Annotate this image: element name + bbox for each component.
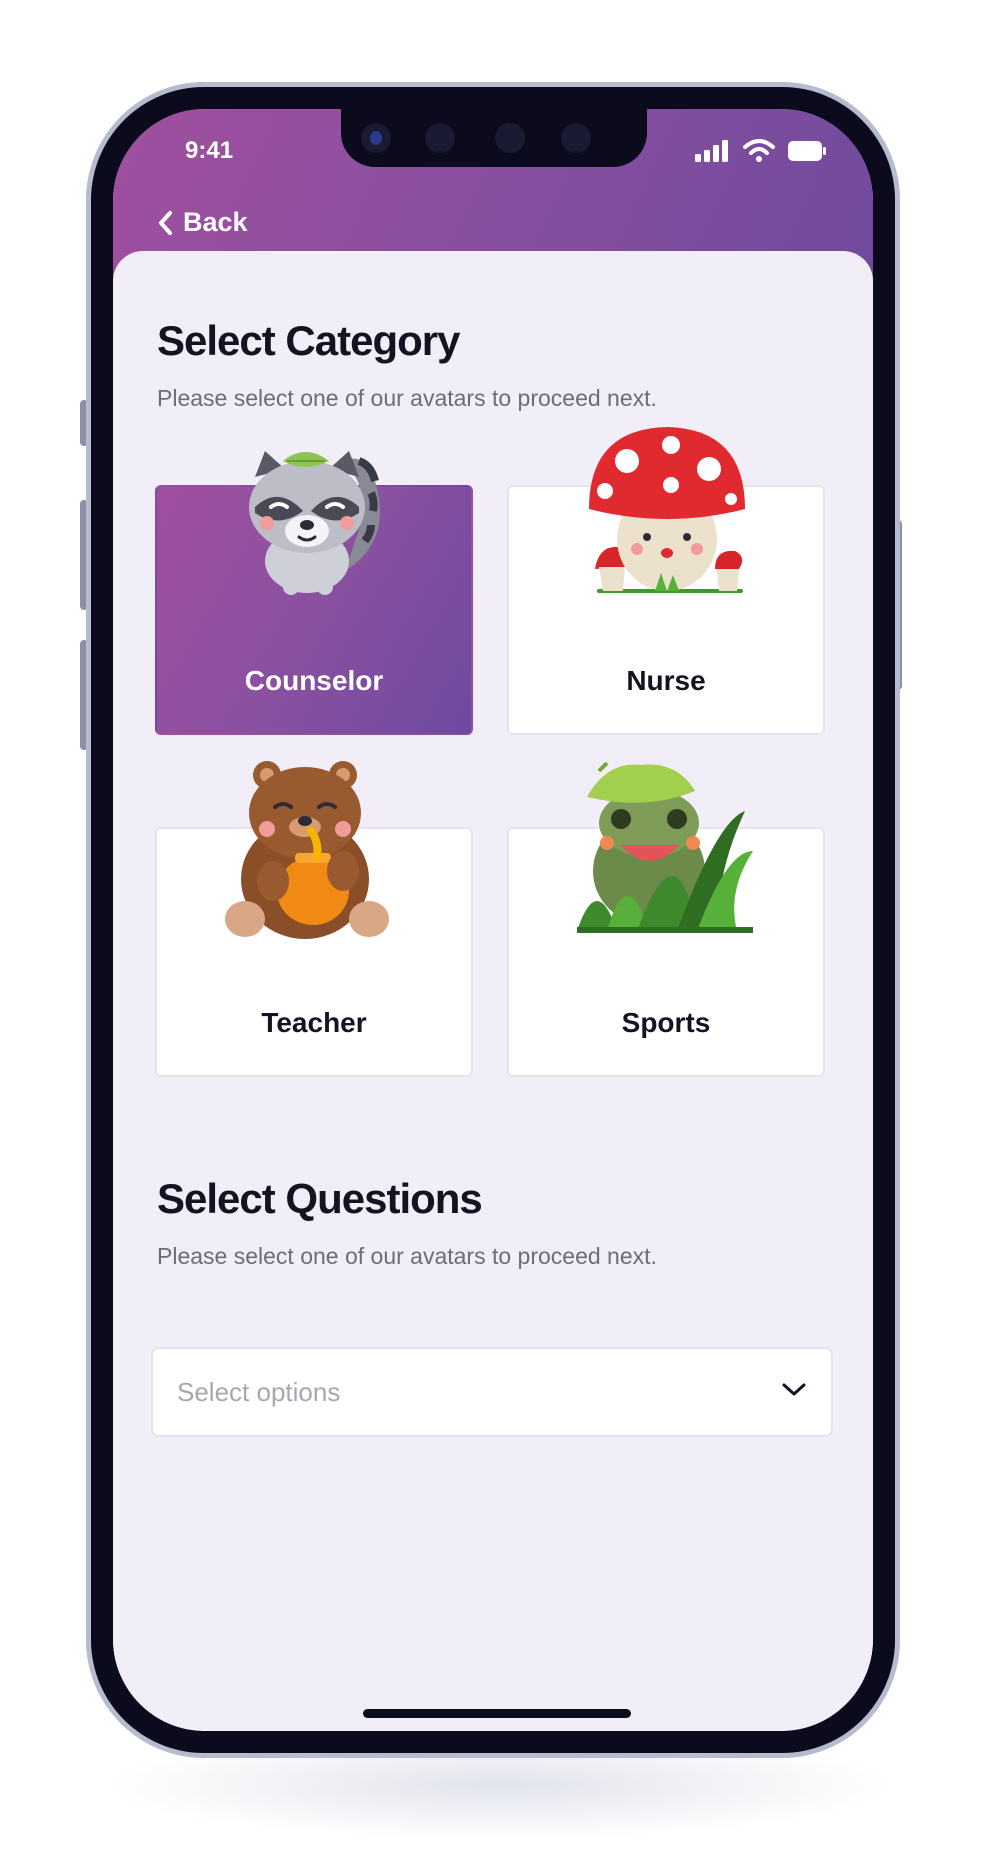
back-button[interactable]: Back [157,207,248,238]
mushroom-avatar-icon [589,427,745,593]
notch [341,109,647,167]
sensor-dot [425,123,455,153]
card-label: Sports [621,1007,711,1038]
frog-avatar-icon [577,761,753,933]
home-indicator[interactable] [363,1709,631,1718]
status-icons [695,139,827,163]
card-label: Nurse [626,665,706,696]
status-time: 9:41 [185,137,234,164]
select-placeholder: Select options [177,1377,341,1407]
card-label: Counselor [244,665,384,696]
card-label: Teacher [261,1007,367,1038]
content-panel: Select Category Please select one of our… [113,251,873,1731]
back-label: Back [183,207,248,237]
category-subtitle: Please select one of our avatars to proc… [157,385,657,411]
battery-icon [788,141,826,161]
sensor-dot [495,123,525,153]
front-camera-icon [361,123,391,153]
questions-subtitle: Please select one of our avatars to proc… [157,1243,657,1269]
app-screen: 9:41 Back Select Category Please select … [113,109,873,1731]
questions-title: Select Questions [157,1175,483,1222]
bear-avatar-icon [225,761,389,939]
phone-bezel: 9:41 Back Select Category Please select … [91,87,895,1753]
chevron-left-icon [159,210,172,235]
signal-icon [695,140,728,162]
sensor-dot [561,123,591,153]
category-title: Select Category [157,317,460,364]
chevron-down-icon [782,1383,806,1396]
questions-select[interactable]: Select options [151,1347,833,1437]
wifi-icon [743,139,775,162]
phone-frame: 9:41 Back Select Category Please select … [86,82,900,1758]
raccoon-avatar-icon [249,451,380,595]
